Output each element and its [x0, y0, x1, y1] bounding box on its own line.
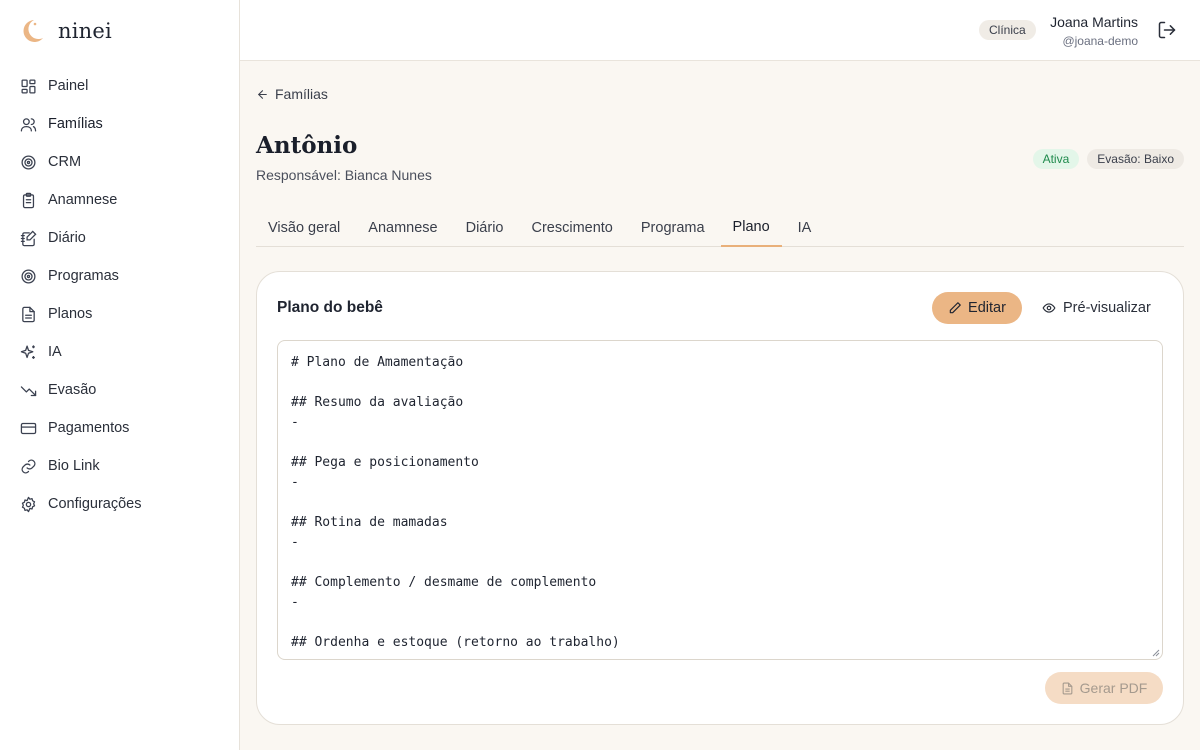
sidebar: ninei Painel Famílias CRM Anamnese Diári… — [0, 0, 240, 750]
back-link-label: Famílias — [275, 86, 328, 102]
file-text-icon — [1061, 682, 1074, 695]
sidebar-item-label: Planos — [48, 305, 93, 322]
generate-pdf-button[interactable]: Gerar PDF — [1045, 672, 1163, 704]
evasion-badge: Evasão: Baixo — [1087, 149, 1184, 169]
sidebar-item-crm[interactable]: CRM — [0, 143, 239, 181]
pencil-icon — [948, 301, 962, 315]
plan-textarea[interactable]: # Plano de Amamentação ## Resumo da aval… — [277, 340, 1163, 660]
sidebar-item-label: Anamnese — [48, 191, 118, 208]
tab-crescimento[interactable]: Crescimento — [519, 208, 624, 247]
tab-diario[interactable]: Diário — [454, 208, 516, 247]
sidebar-item-label: Pagamentos — [48, 419, 130, 436]
preview-button-label: Pré-visualizar — [1063, 300, 1151, 316]
tab-anamnese[interactable]: Anamnese — [356, 208, 449, 247]
file-text-icon — [20, 306, 37, 323]
sidebar-item-planos[interactable]: Planos — [0, 295, 239, 333]
sidebar-item-bio-link[interactable]: Bio Link — [0, 447, 239, 485]
edit-button-label: Editar — [968, 300, 1006, 316]
sidebar-item-label: IA — [48, 343, 62, 360]
sidebar-item-anamnese[interactable]: Anamnese — [0, 181, 239, 219]
sidebar-item-label: CRM — [48, 153, 82, 170]
tab-ia[interactable]: IA — [786, 208, 824, 247]
card-title: Plano do bebê — [277, 299, 383, 316]
tab-visao-geral[interactable]: Visão geral — [256, 208, 352, 247]
plan-card: Plano do bebê Editar Pré-visualizar # Pl… — [256, 271, 1184, 725]
target-icon — [20, 154, 37, 171]
plan-content[interactable]: # Plano de Amamentação ## Resumo da aval… — [291, 353, 620, 653]
sidebar-item-label: Famílias — [48, 115, 103, 132]
sidebar-nav: Painel Famílias CRM Anamnese Diário Prog… — [0, 67, 239, 523]
sidebar-item-label: Evasão — [48, 381, 97, 398]
sidebar-item-diario[interactable]: Diário — [0, 219, 239, 257]
sidebar-item-label: Programas — [48, 267, 119, 284]
users-icon — [20, 116, 37, 133]
sidebar-item-label: Configurações — [48, 495, 142, 512]
clipboard-icon — [20, 192, 37, 209]
sidebar-item-label: Bio Link — [48, 457, 100, 474]
sidebar-item-configuracoes[interactable]: Configurações — [0, 485, 239, 523]
link-icon — [20, 458, 37, 475]
responsible-text: Responsável: Bianca Nunes — [256, 167, 432, 183]
brand-name: ninei — [58, 19, 112, 43]
logout-icon[interactable] — [1157, 20, 1177, 40]
tab-programa[interactable]: Programa — [629, 208, 717, 247]
status-badge: Ativa — [1032, 149, 1080, 169]
sidebar-item-programas[interactable]: Programas — [0, 257, 239, 295]
edit-button[interactable]: Editar — [932, 292, 1022, 324]
status-badges: Ativa Evasão: Baixo — [1032, 149, 1184, 169]
sidebar-item-pagamentos[interactable]: Pagamentos — [0, 409, 239, 447]
notebook-pen-icon — [20, 230, 37, 247]
brand[interactable]: ninei — [20, 18, 112, 44]
back-link[interactable]: Famílias — [256, 86, 328, 102]
dashboard-icon — [20, 78, 37, 95]
topbar: Clínica Joana Martins @joana-demo — [240, 0, 1200, 61]
gear-icon — [20, 496, 37, 513]
sidebar-item-label: Painel — [48, 77, 89, 94]
target-icon — [20, 268, 37, 285]
tab-plano[interactable]: Plano — [720, 208, 782, 247]
sidebar-item-ia[interactable]: IA — [0, 333, 239, 371]
sparkles-icon — [20, 344, 37, 361]
preview-button[interactable]: Pré-visualizar — [1042, 292, 1151, 324]
eye-icon — [1042, 301, 1056, 315]
arrow-left-icon — [256, 88, 269, 101]
sidebar-item-evasao[interactable]: Evasão — [0, 371, 239, 409]
role-badge: Clínica — [979, 20, 1036, 40]
sidebar-item-label: Diário — [48, 229, 86, 246]
tab-bar: Visão geral Anamnese Diário Crescimento … — [256, 208, 1184, 247]
page-title: Antônio — [256, 132, 358, 159]
resize-handle-icon[interactable] — [1152, 649, 1160, 657]
credit-card-icon — [20, 420, 37, 437]
user-handle: @joana-demo — [1062, 34, 1138, 48]
sidebar-item-familias[interactable]: Famílias — [0, 105, 239, 143]
user-name: Joana Martins — [1050, 14, 1138, 30]
trending-down-icon — [20, 382, 37, 399]
sidebar-item-painel[interactable]: Painel — [0, 67, 239, 105]
generate-pdf-label: Gerar PDF — [1079, 680, 1148, 696]
moon-logo-icon — [20, 18, 44, 44]
